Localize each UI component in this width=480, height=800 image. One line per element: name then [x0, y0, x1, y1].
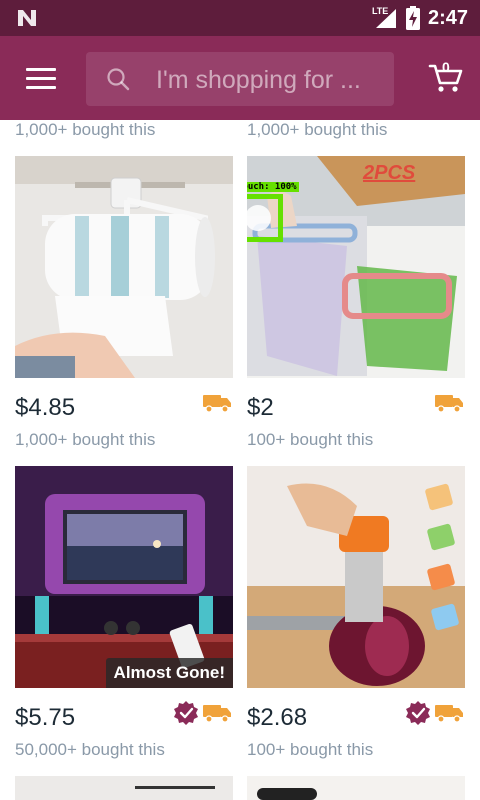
bought-count: 100+ bought this [247, 740, 374, 759]
bought-count: 100+ bought this [247, 430, 374, 449]
cart-count: 0 [442, 59, 450, 75]
bought-count: 1,000+ bought this [15, 430, 156, 449]
battery-charging-icon [405, 6, 420, 30]
android-n-logo-icon [18, 10, 36, 26]
verified-badge-icon [406, 701, 430, 725]
product-image[interactable] [15, 156, 233, 378]
product-card[interactable]: $4.85 1,000+ bought this [15, 156, 233, 456]
product-image[interactable] [257, 788, 317, 800]
product-price: $2 [247, 394, 274, 421]
product-feed[interactable]: 1,000+ bought this 1,000+ bought this $4… [0, 120, 480, 800]
shipping-truck-icon [435, 705, 463, 723]
product-image[interactable]: 2PCS touch: 100% [247, 156, 465, 378]
product-image[interactable] [247, 466, 465, 688]
product-card[interactable]: $2.68 100+ bought this [247, 466, 465, 766]
clock: 2:47 [427, 6, 468, 29]
almost-gone-tag: Almost Gone! [105, 658, 233, 688]
product-price: $4.85 [15, 394, 76, 421]
verified-badge-icon [174, 701, 198, 725]
cart-button[interactable]: 0 [428, 58, 464, 94]
shipping-truck-icon [203, 395, 231, 413]
product-card[interactable]: Almost Gone! $5.75 50,000+ bought this [15, 466, 233, 766]
bought-count: 50,000+ bought this [15, 740, 165, 759]
search-icon [107, 68, 130, 91]
product-image[interactable] [135, 786, 215, 800]
status-bar: LTE 2:47 [0, 0, 480, 36]
menu-icon[interactable] [26, 68, 56, 90]
product-image[interactable]: Almost Gone! [15, 466, 233, 688]
image-caption: 2PCS [363, 162, 416, 184]
product-card[interactable] [247, 776, 465, 800]
shipping-truck-icon [435, 395, 463, 413]
bought-count: 1,000+ bought this [247, 120, 388, 139]
product-price: $5.75 [15, 704, 76, 731]
product-card[interactable]: 2PCS touch: 100% $2 100+ bought this [247, 156, 465, 456]
product-card[interactable] [15, 776, 233, 800]
shipping-truck-icon [203, 705, 231, 723]
search-input[interactable]: I'm shopping for ... [86, 52, 394, 106]
lte-signal-icon: LTE [372, 6, 398, 29]
bought-count: 1,000+ bought this [15, 120, 156, 139]
touch-label: touch: 100% [247, 182, 299, 192]
app-bar: I'm shopping for ... 0 [0, 36, 480, 120]
touch-indicator [247, 194, 283, 242]
product-price: $2.68 [247, 704, 308, 731]
search-placeholder: I'm shopping for ... [156, 66, 361, 94]
